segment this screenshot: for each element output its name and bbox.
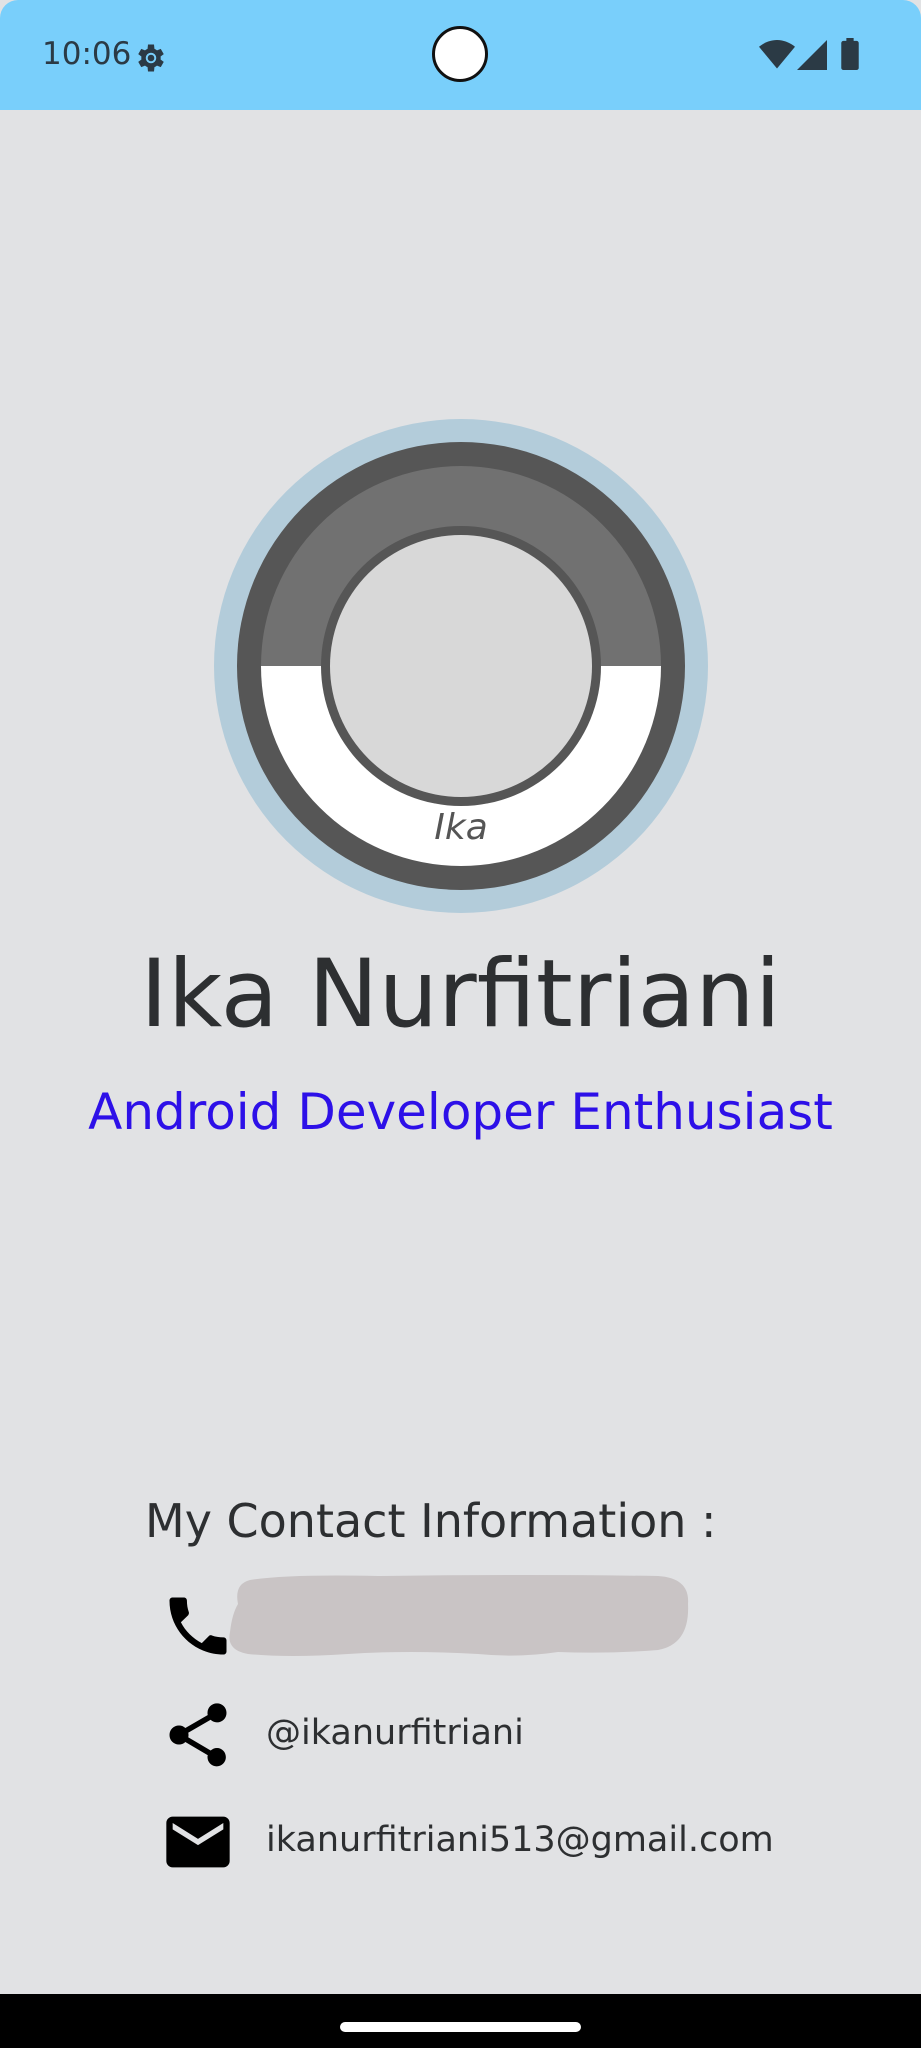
phone-icon: [169, 1597, 227, 1655]
gear-icon: [138, 44, 164, 72]
redacted-phone-number: [229, 1575, 689, 1656]
share-icon: [169, 1703, 227, 1767]
mail-icon: [166, 1816, 230, 1868]
contact-email-row[interactable]: ikanurfitriani513@gmail.com: [160, 1804, 800, 1880]
profile-avatar: Ika: [214, 419, 708, 913]
wifi-icon: [759, 40, 795, 69]
home-gesture-handle[interactable]: [340, 2022, 581, 2032]
navigation-bar: [0, 1994, 921, 2048]
status-time: 10:06: [42, 36, 132, 72]
signal-icon: [797, 40, 827, 70]
contact-email-text: ikanurfitriani513@gmail.com: [266, 1820, 774, 1860]
contact-social-row[interactable]: @ikanurfitriani: [160, 1697, 800, 1773]
contact-section-title: My Contact Information :: [145, 1494, 717, 1548]
contact-social-text: @ikanurfitriani: [266, 1713, 524, 1753]
profile-name: Ika Nurfitriani: [140, 940, 781, 1049]
avatar-logo-text: Ika: [434, 807, 488, 848]
profile-headline: Android Developer Enthusiast: [88, 1083, 833, 1141]
battery-icon: [841, 38, 859, 70]
status-bar: 10:06: [0, 0, 921, 110]
camera-cutout: [432, 26, 488, 82]
app-screen: 10:06 Ika Ika Nurfitriani Android Develo…: [0, 0, 921, 2048]
